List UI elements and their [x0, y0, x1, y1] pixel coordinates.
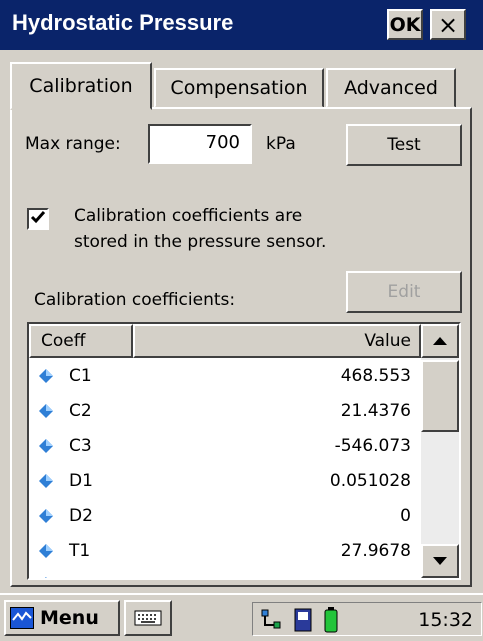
table-row[interactable]: D1 0.051028: [29, 465, 421, 499]
blue-diamond-icon: [39, 404, 53, 418]
blue-diamond-icon: [39, 439, 53, 453]
vertical-scrollbar[interactable]: [421, 324, 459, 578]
coeff-name: C1: [69, 366, 92, 386]
blue-diamond-icon: [39, 369, 53, 383]
close-icon: ×: [437, 10, 459, 39]
blue-diamond-icon: [39, 509, 53, 523]
coeff-name: C2: [69, 401, 92, 421]
table-row[interactable]: C1 468.553: [29, 360, 421, 394]
blue-diamond-icon: [39, 544, 53, 558]
system-tray: 15:32: [252, 602, 482, 636]
scroll-down-button[interactable]: [421, 544, 459, 578]
stored-in-sensor-label-line1: Calibration coefficients are: [74, 206, 303, 226]
scroll-thumb[interactable]: [421, 360, 459, 432]
coeff-value: 0: [400, 506, 411, 526]
keyboard-icon: [134, 610, 162, 626]
coeff-value: 468.553: [340, 366, 411, 386]
network-icon[interactable]: [259, 608, 285, 632]
table-row[interactable]: C2 21.4376: [29, 395, 421, 429]
column-header-value[interactable]: Value: [133, 324, 421, 358]
menu-button[interactable]: Menu: [4, 600, 120, 636]
coeff-value: 21.4376: [340, 401, 411, 421]
stored-in-sensor-checkbox[interactable]: [27, 208, 49, 230]
edit-button[interactable]: Edit: [346, 271, 462, 313]
coeff-name: D1: [69, 471, 93, 491]
coeff-value: 27.9678: [340, 541, 411, 561]
column-header-coeff[interactable]: Coeff: [29, 324, 133, 358]
stored-in-sensor-label-line2: stored in the pressure sensor.: [74, 232, 327, 252]
table-row[interactable]: D2 0: [29, 500, 421, 534]
coeff-name: D2: [69, 506, 93, 526]
unit-label: kPa: [266, 134, 296, 154]
coeff-value: 0.051028: [329, 471, 411, 491]
table-row[interactable]: C3 -546.073: [29, 430, 421, 464]
battery-icon[interactable]: [323, 606, 339, 634]
windows-logo-icon: [10, 607, 34, 629]
coefficients-label: Calibration coefficients:: [34, 290, 236, 310]
tab-compensation-label: Compensation: [170, 77, 308, 99]
test-button[interactable]: Test: [346, 124, 462, 166]
arrow-up-icon: [433, 337, 447, 345]
storage-card-icon[interactable]: [293, 607, 313, 633]
checkmark-icon: [30, 210, 46, 228]
taskbar: Menu 15:32: [0, 593, 483, 641]
clock[interactable]: 15:32: [418, 609, 473, 631]
coeff-name: T1: [69, 541, 91, 561]
tab-calibration[interactable]: Calibration: [10, 62, 152, 110]
close-button[interactable]: ×: [430, 9, 466, 40]
blue-diamond-icon: [45, 577, 47, 578]
keyboard-button[interactable]: [124, 600, 172, 636]
title-bar: Hydrostatic Pressure OK ×: [0, 0, 483, 50]
max-range-input[interactable]: 700: [148, 124, 252, 164]
tab-advanced[interactable]: Advanced: [326, 68, 456, 108]
arrow-down-icon: [433, 557, 447, 565]
coeff-name: C3: [69, 436, 92, 456]
coefficients-table[interactable]: Coeff Value C1 468.553 C2 21.4376 C3 -54…: [27, 322, 461, 580]
menu-label: Menu: [40, 607, 99, 629]
coeff-value: -546.073: [334, 436, 411, 456]
blue-diamond-icon: [39, 474, 53, 488]
table-row-partial[interactable]: [29, 568, 421, 578]
max-range-label: Max range:: [25, 134, 121, 154]
ok-button[interactable]: OK: [387, 9, 423, 40]
scroll-up-button[interactable]: [421, 324, 459, 358]
tab-advanced-label: Advanced: [344, 77, 438, 99]
table-row[interactable]: T1 27.9678: [29, 535, 421, 569]
tab-compensation[interactable]: Compensation: [154, 68, 324, 108]
tab-calibration-label: Calibration: [29, 75, 133, 97]
window-title: Hydrostatic Pressure: [12, 10, 234, 35]
